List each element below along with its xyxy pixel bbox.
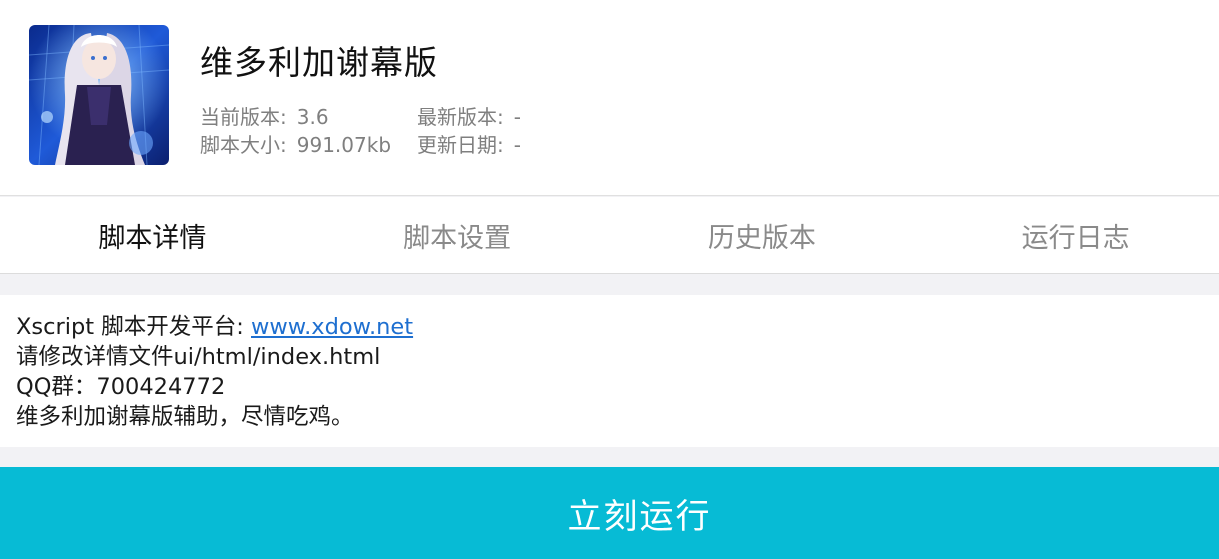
current-version-label: 当前版本: xyxy=(200,105,287,129)
platform-text: Xscript 脚本开发平台: xyxy=(16,314,251,340)
script-size-label: 脚本大小: xyxy=(200,133,287,157)
script-size-value: 991.07kb xyxy=(296,133,392,157)
tab-version-history[interactable]: 历史版本 xyxy=(610,197,915,273)
script-icon xyxy=(29,25,169,165)
script-details-content: Xscript 脚本开发平台: www.xdow.net 请修改详情文件ui/h… xyxy=(0,295,1219,447)
run-now-button[interactable]: 立刻运行 xyxy=(0,467,1219,559)
tab-script-details[interactable]: 脚本详情 xyxy=(0,197,305,273)
update-date-label: 更新日期: xyxy=(417,133,504,157)
script-size-info: 脚本大小: 991.07kb xyxy=(200,129,391,158)
tab-run-log[interactable]: 运行日志 xyxy=(914,197,1219,273)
tab-bar: 脚本详情 脚本设置 历史版本 运行日志 xyxy=(0,197,1219,274)
latest-version-info: 最新版本: - xyxy=(417,101,521,130)
description-line: 维多利加谢幕版辅助，尽情吃鸡。 xyxy=(16,404,354,430)
script-title: 维多利加谢幕版 xyxy=(200,43,438,82)
latest-version-label: 最新版本: xyxy=(417,105,504,129)
script-detail-page: 维多利加谢幕版 当前版本: 3.6 最新版本: - 脚本大小: 991.07kb 更新… xyxy=(0,0,1219,559)
update-date-info: 更新日期: - xyxy=(417,129,521,158)
platform-line: Xscript 脚本开发平台: www.xdow.net xyxy=(16,312,1203,342)
qq-group-line: QQ群：700424772 xyxy=(16,374,226,400)
current-version-info: 当前版本: 3.6 xyxy=(200,101,329,130)
platform-link[interactable]: www.xdow.net xyxy=(251,314,413,340)
latest-version-value: - xyxy=(513,105,521,129)
tab-script-settings[interactable]: 脚本设置 xyxy=(305,197,610,273)
update-date-value: - xyxy=(513,133,521,157)
edit-hint-line: 请修改详情文件ui/html/index.html xyxy=(16,344,381,370)
current-version-value: 3.6 xyxy=(296,105,329,129)
script-header: 维多利加谢幕版 当前版本: 3.6 最新版本: - 脚本大小: 991.07kb 更新… xyxy=(0,0,1219,196)
